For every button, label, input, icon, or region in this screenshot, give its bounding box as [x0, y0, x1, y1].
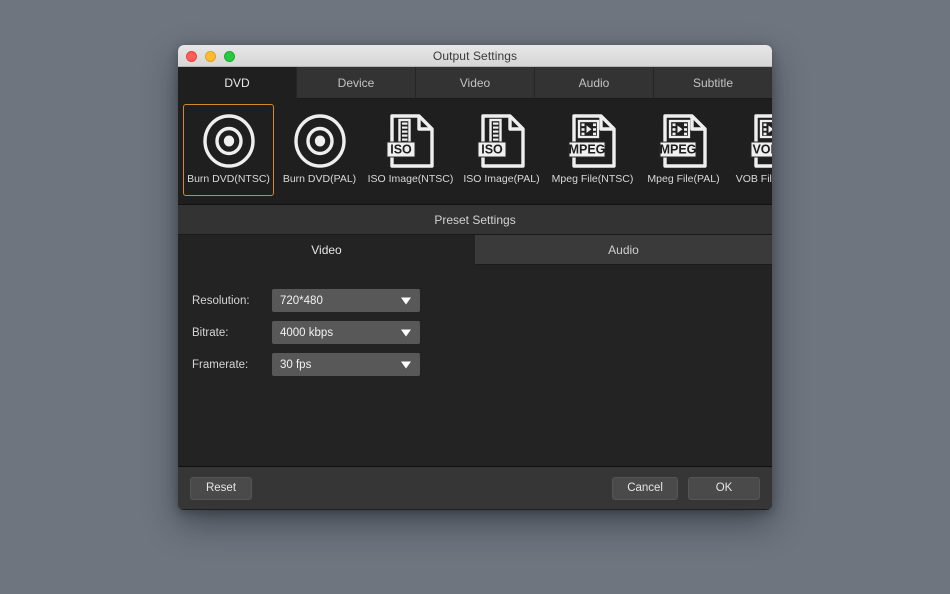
- svg-text:ISO: ISO: [390, 143, 412, 157]
- preset-tab-label: Video: [311, 242, 342, 257]
- output-settings-window: Output Settings DVD Device Video Audio Subti…: [178, 45, 772, 510]
- chevron-down-icon: [401, 297, 411, 304]
- bitrate-value: 4000 kbps: [280, 326, 334, 339]
- cancel-button[interactable]: Cancel: [612, 476, 678, 500]
- disc-icon: [201, 112, 257, 170]
- close-window-button[interactable]: [186, 51, 197, 62]
- field-row-framerate: Framerate: 30 fps: [192, 353, 772, 376]
- chevron-down-icon: [401, 329, 411, 336]
- preset-tab-label: Audio: [608, 242, 639, 257]
- bitrate-dropdown[interactable]: 4000 kbps: [272, 321, 420, 344]
- preset-settings-panel: Resolution: 720*480 Bitrate: 4000 kbps Frame…: [178, 265, 772, 467]
- format-option-mpeg-file-pal[interactable]: MPEG Mpeg File(PAL): [638, 104, 729, 196]
- iso-file-icon: ISO: [383, 112, 439, 170]
- format-option-iso-image-pal[interactable]: ISO ISO Image(PAL): [456, 104, 547, 196]
- svg-text:ISO: ISO: [481, 143, 503, 157]
- format-option-label: Mpeg File(NTSC): [551, 173, 634, 185]
- framerate-label: Framerate:: [192, 358, 249, 371]
- svg-text:MPEG: MPEG: [659, 143, 696, 157]
- tab-video[interactable]: Video: [416, 67, 535, 99]
- ok-button[interactable]: OK: [688, 476, 760, 500]
- resolution-label: Resolution:: [192, 294, 250, 307]
- svg-text:MPEG: MPEG: [568, 143, 605, 157]
- tab-label: Audio: [578, 75, 610, 90]
- tab-subtitle[interactable]: Subtitle: [654, 67, 772, 99]
- format-option-iso-image-ntsc[interactable]: ISO ISO Image(NTSC): [365, 104, 456, 196]
- format-option-burn-dvd-ntsc[interactable]: Burn DVD(NTSC): [183, 104, 274, 196]
- format-option-label: ISO Image(PAL): [463, 173, 540, 185]
- tab-device[interactable]: Device: [297, 67, 416, 99]
- tab-audio[interactable]: Audio: [535, 67, 654, 99]
- format-option-label: Mpeg File(PAL): [647, 173, 720, 185]
- tab-label: Device: [337, 75, 375, 90]
- resolution-dropdown[interactable]: 720*480: [272, 289, 420, 312]
- disc-icon: [292, 112, 348, 170]
- format-option-label: Burn DVD(PAL): [282, 173, 357, 185]
- field-row-resolution: Resolution: 720*480: [192, 289, 772, 312]
- format-option-label: Burn DVD(NTSC): [187, 173, 270, 185]
- framerate-value: 30 fps: [280, 358, 312, 371]
- vob-file-icon: VOB: [747, 112, 772, 170]
- minimize-window-button[interactable]: [205, 51, 216, 62]
- iso-file-icon: ISO: [474, 112, 530, 170]
- format-option-label: ISO Image(NTSC): [367, 173, 454, 185]
- preset-sub-tab-bar: Video Audio: [178, 235, 772, 265]
- tab-dvd[interactable]: DVD: [178, 67, 297, 99]
- bitrate-label: Bitrate:: [192, 326, 229, 339]
- dialog-footer: Reset Cancel OK: [178, 467, 772, 509]
- format-option-burn-dvd-pal[interactable]: Burn DVD(PAL): [274, 104, 365, 196]
- mpeg-file-icon: MPEG: [565, 112, 621, 170]
- preset-tab-video[interactable]: Video: [178, 235, 475, 265]
- framerate-dropdown[interactable]: 30 fps: [272, 353, 420, 376]
- zoom-window-button[interactable]: [224, 51, 235, 62]
- main-tab-bar: DVD Device Video Audio Subtitle: [178, 67, 772, 99]
- resolution-value: 720*480: [280, 294, 323, 307]
- field-row-bitrate: Bitrate: 4000 kbps: [192, 321, 772, 344]
- format-option-label: VOB File(NTSC): [735, 173, 772, 185]
- format-option-mpeg-file-ntsc[interactable]: MPEG Mpeg File(NTSC): [547, 104, 638, 196]
- chevron-down-icon: [401, 361, 411, 368]
- reset-button[interactable]: Reset: [190, 476, 252, 500]
- svg-text:VOB: VOB: [752, 143, 772, 157]
- window-title: Output Settings: [432, 48, 518, 63]
- traffic-light-controls: [186, 51, 235, 62]
- output-format-list: Burn DVD(NTSC) Burn DVD(PAL) ISO ISO Image(…: [178, 99, 772, 205]
- mpeg-file-icon: MPEG: [656, 112, 712, 170]
- preset-settings-header: Preset Settings: [178, 205, 772, 235]
- preset-tab-audio[interactable]: Audio: [475, 235, 772, 265]
- tab-label: Subtitle: [692, 75, 734, 90]
- window-titlebar: Output Settings: [178, 45, 772, 67]
- format-option-vob-file-ntsc[interactable]: VOB VOB File(NTSC): [729, 104, 772, 196]
- tab-label: DVD: [224, 75, 250, 90]
- tab-label: Video: [459, 75, 491, 90]
